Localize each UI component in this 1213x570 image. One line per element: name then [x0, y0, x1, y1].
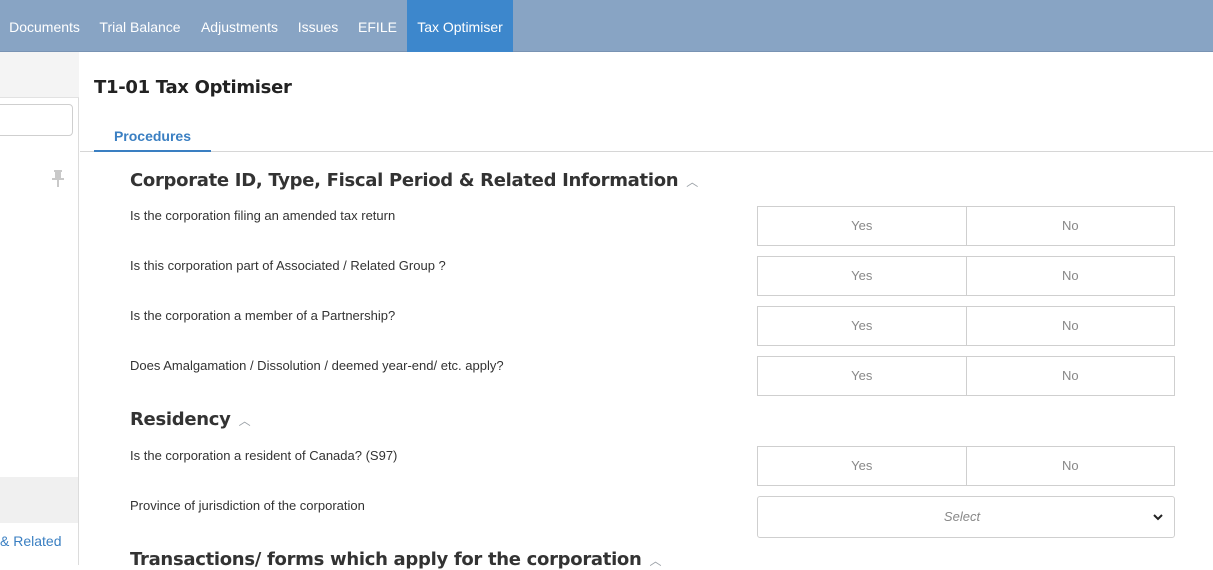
question-amalgamation: Does Amalgamation / Dissolution / deemed… [130, 358, 504, 373]
yes-button[interactable]: Yes [758, 307, 966, 345]
section-title-corporate-id[interactable]: Corporate ID, Type, Fiscal Period & Rela… [130, 170, 698, 191]
question-partnership: Is the corporation a member of a Partner… [130, 308, 396, 323]
sidebar-search-input[interactable] [0, 104, 73, 136]
sidebar: & Related [0, 52, 79, 565]
top-navigation-bar: Documents Trial Balance Adjustments Issu… [0, 0, 1213, 52]
province-select[interactable]: Select [757, 496, 1175, 538]
tab-issues[interactable]: Issues [288, 0, 348, 52]
section-title-residency[interactable]: Residency ︿ [130, 409, 251, 430]
yes-no-toggle: Yes No [757, 206, 1175, 246]
tab-tax-optimiser[interactable]: Tax Optimiser [407, 0, 513, 52]
yes-button[interactable]: Yes [758, 447, 966, 485]
section-title-transactions[interactable]: Transactions/ forms which apply for the … [130, 549, 662, 570]
chevron-up-icon[interactable]: ︿ [239, 412, 251, 429]
yes-no-toggle: Yes No [757, 256, 1175, 296]
question-province-jurisdiction: Province of jurisdiction of the corporat… [130, 498, 365, 513]
chevron-up-icon[interactable]: ︿ [650, 552, 662, 569]
pin-icon[interactable] [51, 170, 65, 188]
no-button[interactable]: No [965, 257, 1175, 295]
tab-efile[interactable]: EFILE [348, 0, 407, 52]
yes-no-toggle: Yes No [757, 306, 1175, 346]
question-amended-return: Is the corporation filing an amended tax… [130, 208, 396, 223]
select-placeholder: Select [943, 509, 981, 524]
question-associated-group: Is this corporation part of Associated /… [130, 258, 446, 273]
page-title: T1-01 Tax Optimiser [94, 77, 292, 98]
yes-button[interactable]: Yes [758, 207, 966, 245]
sidebar-item[interactable] [0, 477, 78, 523]
no-button[interactable]: No [965, 447, 1175, 485]
no-button[interactable]: No [965, 307, 1175, 345]
yes-button[interactable]: Yes [758, 357, 966, 395]
tab-documents[interactable]: Documents [0, 0, 89, 52]
tab-procedures[interactable]: Procedures [94, 122, 211, 152]
yes-no-toggle: Yes No [757, 356, 1175, 396]
chevron-down-icon [1153, 514, 1163, 521]
no-button[interactable]: No [965, 357, 1175, 395]
yes-button[interactable]: Yes [758, 257, 966, 295]
yes-no-toggle: Yes No [757, 446, 1175, 486]
section-title-text: Corporate ID, Type, Fiscal Period & Rela… [130, 170, 679, 191]
question-resident-canada: Is the corporation a resident of Canada?… [130, 448, 398, 463]
sidebar-header [0, 52, 79, 98]
section-title-text: Transactions/ forms which apply for the … [130, 549, 642, 570]
tabs-divider [80, 151, 1213, 152]
sidebar-link-related[interactable]: & Related [0, 533, 61, 549]
chevron-up-icon[interactable]: ︿ [686, 173, 698, 190]
no-button[interactable]: No [965, 207, 1175, 245]
tab-adjustments[interactable]: Adjustments [191, 0, 288, 52]
tab-trial-balance[interactable]: Trial Balance [89, 0, 191, 52]
section-title-text: Residency [130, 409, 231, 430]
